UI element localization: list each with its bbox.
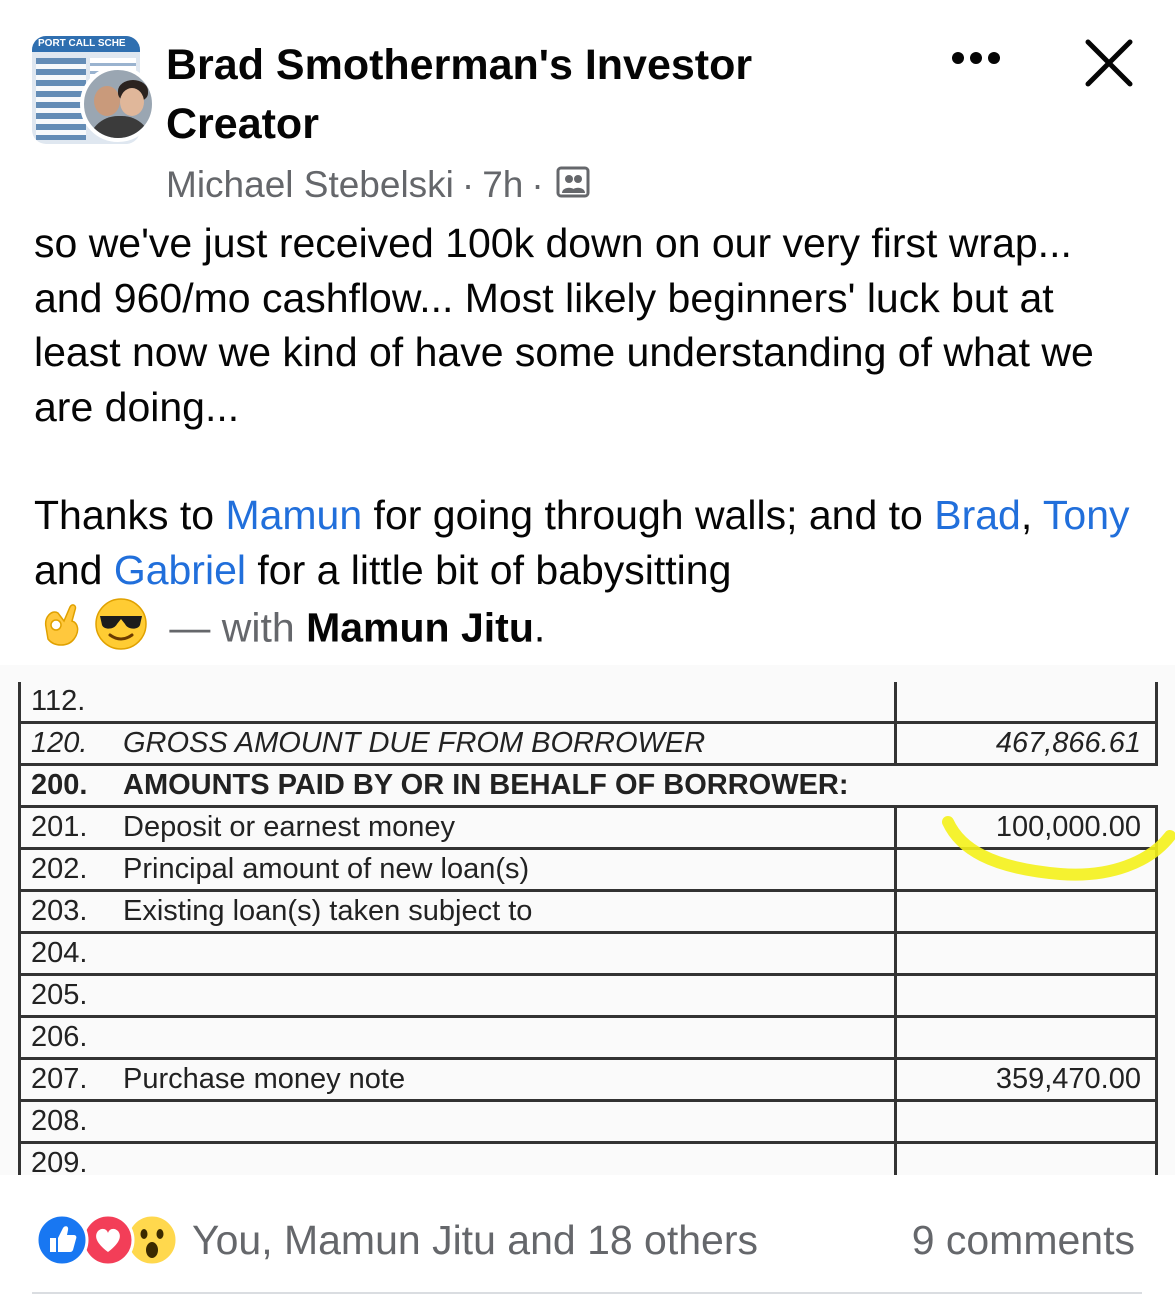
line-amount xyxy=(895,890,1158,934)
table-row: 206. xyxy=(18,1016,1158,1060)
group-avatar-banner: PORT CALL SCHE xyxy=(32,36,140,52)
group-name-link[interactable]: Brad Smotherman's Investor Creator xyxy=(166,36,866,154)
line-description: AMOUNTS PAID BY OR IN BEHALF OF BORROWER… xyxy=(119,764,1157,808)
line-description: Principal amount of new loan(s) xyxy=(119,848,897,892)
line-description: Existing loan(s) taken subject to xyxy=(119,890,897,934)
and-text: and xyxy=(34,546,114,593)
table-row: 200. AMOUNTS PAID BY OR IN BEHALF OF BORR… xyxy=(18,764,1157,808)
line-number: 204. xyxy=(18,932,119,976)
table-row: 120. GROSS AMOUNT DUE FROM BORROWER 467,86… xyxy=(18,722,1158,766)
mention-brad[interactable]: Brad xyxy=(934,492,1021,538)
line-description: Deposit or earnest money xyxy=(119,806,897,850)
table-row: 208. xyxy=(18,1100,1158,1144)
line-number: 200. xyxy=(18,764,119,808)
line-number: 209. xyxy=(18,1142,119,1175)
group-avatar-schedule-graphic xyxy=(36,58,86,140)
table-row: 112. xyxy=(18,682,1158,724)
comma: , xyxy=(1020,492,1043,538)
author-avatar[interactable] xyxy=(80,66,156,142)
group-audience-icon xyxy=(556,164,590,210)
mention-mamun[interactable]: Mamun xyxy=(225,492,362,538)
author-name-link[interactable]: Michael Stebelski xyxy=(166,164,454,205)
thanks-suffix: for a little bit of babysitting xyxy=(245,546,732,593)
more-dots-icon xyxy=(952,52,1000,64)
post-photo[interactable]: 112. 120. GROSS AMOUNT DUE FROM BORROWER 46… xyxy=(0,665,1175,1175)
comments-count[interactable]: 9 comments xyxy=(912,1214,1135,1266)
post-paragraph-1: so we've just received 100k down on our … xyxy=(34,220,1094,430)
thanks-prefix: Thanks to xyxy=(34,492,226,538)
line-amount xyxy=(895,1100,1158,1144)
post-body: so we've just received 100k down on our … xyxy=(34,216,1144,665)
line-amount xyxy=(895,1142,1158,1175)
thanks-middle: for going through walls; and to xyxy=(362,492,935,538)
ok-hand-emoji-icon xyxy=(34,599,84,663)
table-row: 204. xyxy=(18,932,1158,976)
line-number: 207. xyxy=(18,1058,119,1102)
divider xyxy=(32,1292,1142,1294)
line-number: 206. xyxy=(18,1016,119,1060)
line-amount xyxy=(895,1016,1158,1060)
reactions-bar: You, Mamun Jitu and 18 others 9 comments xyxy=(0,1180,1175,1290)
line-description xyxy=(119,974,897,1018)
reaction-icons[interactable] xyxy=(32,1212,182,1268)
avatar-person-2 xyxy=(120,88,144,116)
avatar-person-1 xyxy=(94,86,120,116)
line-number: 208. xyxy=(18,1100,119,1144)
line-description xyxy=(119,1016,897,1060)
reaction-summary[interactable]: You, Mamun Jitu and 18 others xyxy=(192,1214,758,1266)
post-meta: Michael Stebelski · 7h · xyxy=(166,162,590,210)
line-amount xyxy=(895,974,1158,1018)
sunglasses-emoji-icon xyxy=(94,597,148,665)
line-description xyxy=(119,1100,897,1144)
table-row: 205. xyxy=(18,974,1158,1018)
line-number: 202. xyxy=(18,848,119,892)
line-number: 203. xyxy=(18,890,119,934)
post-header: PORT CALL SCHE Brad Smotherman's Investo… xyxy=(0,0,1175,215)
line-description: GROSS AMOUNT DUE FROM BORROWER xyxy=(119,722,897,766)
post-paragraph-2: Thanks to Mamun for going through walls;… xyxy=(34,488,1144,665)
with-text: — with xyxy=(158,604,307,651)
close-icon xyxy=(1085,39,1133,87)
meta-separator: · xyxy=(461,164,475,205)
more-options-button[interactable] xyxy=(944,40,1008,88)
line-amount: 359,470.00 xyxy=(895,1058,1158,1102)
line-description xyxy=(119,932,897,976)
mention-tony[interactable]: Tony xyxy=(1043,492,1130,538)
line-amount: 467,866.61 xyxy=(895,722,1158,766)
love-icon xyxy=(81,1213,135,1267)
table-row: 207. Purchase money note 359,470.00 xyxy=(18,1058,1158,1102)
table-row: 203. Existing loan(s) taken subject to xyxy=(18,890,1158,934)
meta-separator: · xyxy=(531,164,544,205)
line-description: Purchase money note xyxy=(119,1058,897,1102)
post-timestamp[interactable]: 7h xyxy=(482,164,523,205)
line-description xyxy=(119,1142,897,1175)
like-icon xyxy=(35,1213,89,1267)
settlement-table: 112. 120. GROSS AMOUNT DUE FROM BORROWER 46… xyxy=(18,682,1158,1175)
line-number: 205. xyxy=(18,974,119,1018)
line-number: 112. xyxy=(18,682,119,724)
line-number: 120. xyxy=(18,722,119,766)
table-row: 209. xyxy=(18,1142,1158,1175)
period: . xyxy=(533,604,546,651)
line-amount xyxy=(895,682,1158,724)
close-button[interactable] xyxy=(1080,34,1138,92)
line-number: 201. xyxy=(18,806,119,850)
tagged-user-link[interactable]: Mamun Jitu xyxy=(306,605,534,651)
yellow-highlight-mark xyxy=(942,816,1175,881)
mention-gabriel[interactable]: Gabriel xyxy=(114,547,246,593)
line-description xyxy=(119,682,897,724)
line-amount xyxy=(895,932,1158,976)
